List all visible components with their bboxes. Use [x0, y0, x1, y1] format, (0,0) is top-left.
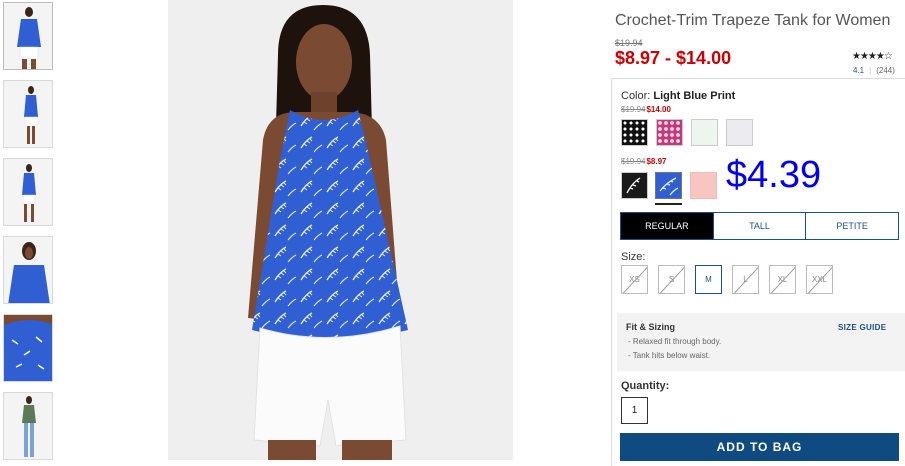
product-title: Crochet-Trim Trapeze Tank for Women	[615, 12, 891, 29]
tab-petite[interactable]: PETITE	[806, 213, 898, 239]
thumbnail-closeup[interactable]	[3, 236, 53, 304]
group1-sale-price: $14.00	[646, 105, 671, 114]
size-option-label: XL	[777, 275, 788, 284]
selected-swatch-indicator	[655, 203, 682, 205]
size-option-l[interactable]: L	[732, 265, 759, 294]
size-option-label: XXL	[811, 275, 828, 284]
thumbnail-front[interactable]	[3, 2, 53, 70]
swatch-blush-pink[interactable]	[690, 172, 717, 199]
size-option-xs[interactable]: XS	[621, 265, 648, 294]
fit-sizing-item-text: Relaxed fit through body.	[632, 337, 722, 346]
sale-price-range: $8.97 - $14.00	[615, 48, 732, 68]
fit-sizing-item: - Tank hits below waist.	[628, 351, 711, 360]
original-price: $19.94	[615, 38, 643, 48]
color-group-price-2: $19.94$8.97	[621, 157, 667, 166]
promo-price-overlay: $4.39	[726, 154, 822, 196]
size-option-label: S	[668, 275, 675, 284]
thumbnail-side[interactable]	[3, 80, 53, 148]
swatch-light-blue-print[interactable]	[655, 172, 682, 199]
rating-stars-icon[interactable]: ★★★★☆	[852, 51, 893, 62]
tab-regular[interactable]: REGULAR	[621, 213, 714, 239]
fit-sizing-title: Fit & Sizing	[626, 322, 675, 332]
quantity-label: Quantity:	[621, 380, 670, 392]
rating-value: 4.1	[853, 66, 865, 75]
size-option-label: L	[743, 275, 748, 284]
fit-sizing-item-text: Tank hits below waist.	[632, 351, 711, 360]
quantity-input[interactable]: 1	[621, 397, 648, 424]
thumbnail-fabric-detail[interactable]	[3, 314, 53, 382]
swatch-pink-print[interactable]	[656, 119, 683, 146]
add-to-bag-button[interactable]: ADD TO BAG	[620, 433, 899, 461]
size-guide-link[interactable]: SIZE GUIDE	[838, 323, 886, 332]
rating-separator: |	[869, 66, 872, 75]
fit-sizing-item: - Relaxed fit through body.	[628, 337, 722, 346]
color-label-text: Color:	[621, 90, 651, 102]
size-label: Size:	[621, 251, 646, 263]
swatch-black-leaf-print[interactable]	[621, 172, 648, 199]
group2-sale-price: $8.97	[646, 157, 667, 166]
color-group-price-1: $19.94$14.00	[621, 105, 671, 114]
main-product-image[interactable]	[168, 0, 513, 460]
thumbnail-full-length[interactable]	[3, 392, 53, 460]
size-option-label: XS	[629, 275, 640, 284]
tab-tall[interactable]: TALL	[714, 213, 807, 239]
group1-original-price: $19.94	[621, 105, 646, 114]
size-option-s[interactable]: S	[658, 265, 685, 294]
thumbnail-back[interactable]	[3, 158, 53, 226]
group2-original-price: $19.94	[621, 157, 646, 166]
rating-summary[interactable]: 4.1 | (244)	[853, 66, 895, 75]
product-page: Crochet-Trim Trapeze Tank for Women $19.…	[0, 0, 905, 466]
color-label: Color: Light Blue Print	[621, 90, 735, 102]
swatch-mint-print[interactable]	[691, 119, 718, 146]
size-option-label: M	[705, 275, 712, 284]
size-option-m[interactable]: M	[695, 265, 722, 294]
fit-tabs: REGULAR TALL PETITE	[620, 212, 899, 240]
size-option-xxl[interactable]: XXL	[806, 265, 833, 294]
selected-color-name: Light Blue Print	[653, 90, 736, 102]
review-count[interactable]: (244)	[876, 66, 895, 75]
size-option-xl[interactable]: XL	[769, 265, 796, 294]
swatch-black-white-dot[interactable]	[621, 119, 648, 146]
swatch-light-grey[interactable]	[726, 119, 753, 146]
